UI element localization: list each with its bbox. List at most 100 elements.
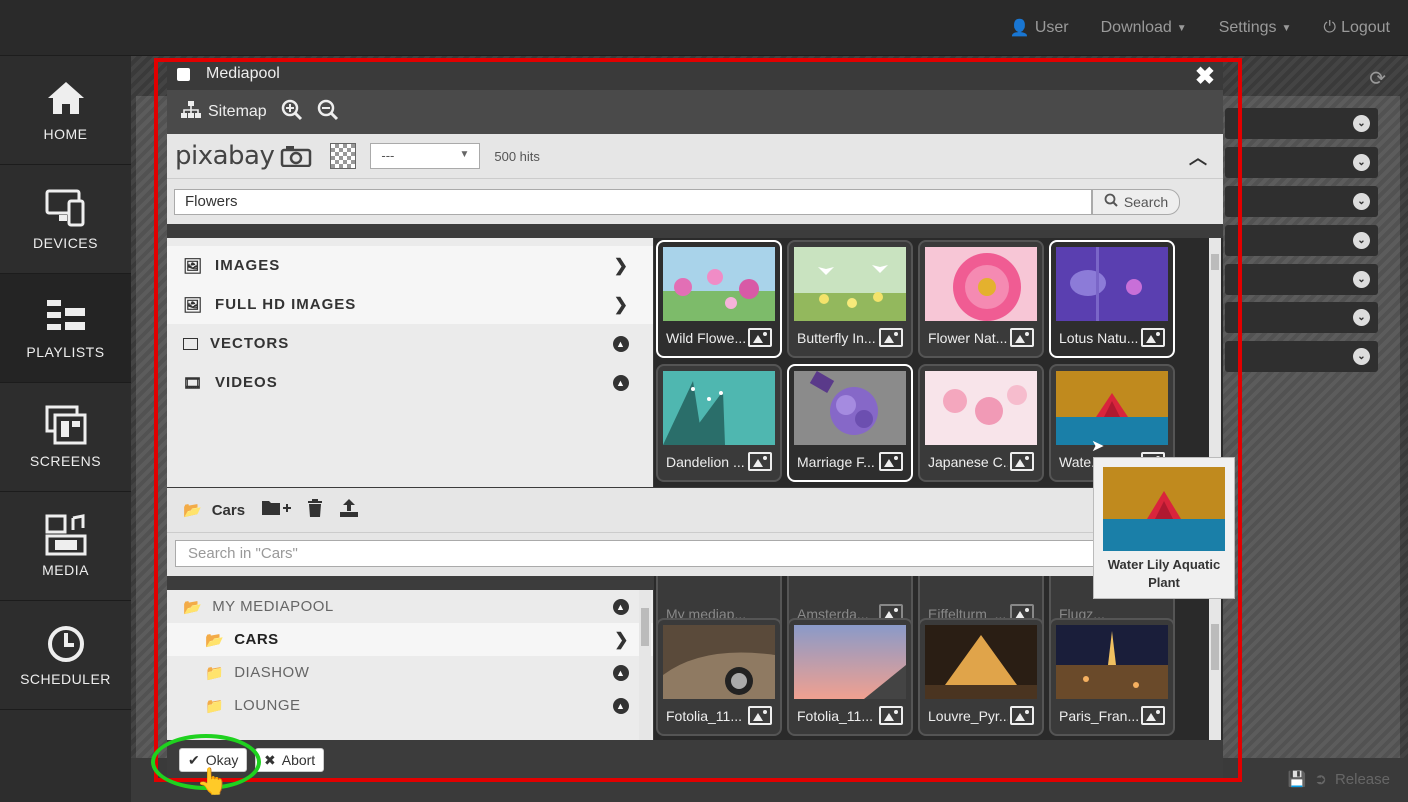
playlist-row[interactable]: ⌄: [1225, 147, 1378, 178]
thumbnail: [925, 371, 1037, 445]
image-icon: [879, 706, 903, 725]
upload-icon[interactable]: [339, 499, 359, 521]
top-bar: 👤 User Download ▼ Settings ▼ ⏻ Logout: [0, 0, 1408, 56]
category-full-hd-images[interactable]: 🖼 FULL HD IMAGES ❯: [167, 285, 653, 324]
scroll-thumb[interactable]: [1211, 254, 1219, 270]
mediapool-tile[interactable]: Fotolia_11...: [656, 618, 782, 736]
release-button[interactable]: 💾 ➲ Release: [1288, 770, 1390, 789]
result-tile[interactable]: Japanese C...: [918, 364, 1044, 482]
tree-item-my-mediapool[interactable]: 📂 MY MEDIAPOOL ▲: [167, 590, 653, 623]
folder-search-input[interactable]: Search in "Cars": [175, 540, 1135, 567]
media-icon: [45, 514, 86, 556]
logout-link[interactable]: ⏻ Logout: [1323, 19, 1390, 37]
search-icon: [1104, 193, 1118, 210]
scroll-thumb[interactable]: [641, 608, 649, 646]
result-tile[interactable]: Marriage F...: [787, 364, 913, 482]
category-videos[interactable]: 🎞 VIDEOS ▲: [167, 363, 653, 402]
result-tile[interactable]: Wild Flowe...: [656, 240, 782, 358]
sitemap-button[interactable]: Sitemap: [181, 100, 267, 124]
image-icon: 🖼: [183, 257, 204, 275]
refresh-icon[interactable]: ⟳: [1369, 66, 1386, 91]
arrow-cursor-icon: ➤: [1091, 438, 1105, 455]
thumbnail: [1056, 371, 1168, 445]
result-tile[interactable]: Flower Nat...: [918, 240, 1044, 358]
zoom-in-icon[interactable]: [281, 99, 303, 126]
add-folder-icon[interactable]: [261, 498, 292, 522]
category-images[interactable]: 🖼 IMAGES ❯: [167, 246, 653, 285]
screens-icon: [45, 405, 86, 445]
sidebar-item-home[interactable]: HOME: [0, 56, 131, 165]
result-tile[interactable]: Lotus Natu...: [1049, 240, 1175, 358]
dialog-titlebar: Mediapool ✖: [167, 58, 1223, 90]
playlist-row[interactable]: ⌄: [1225, 186, 1378, 217]
tree-item-diashow[interactable]: 📁 DIASHOW ▲: [167, 656, 653, 689]
image-icon: [1141, 706, 1165, 725]
chevron-down-icon[interactable]: ⌄: [1353, 271, 1370, 288]
image-icon: [1010, 328, 1034, 347]
chevron-down-icon[interactable]: ⌄: [1353, 193, 1370, 210]
category-vectors[interactable]: VECTORS ▲: [167, 324, 653, 363]
thumbnail: [794, 247, 906, 321]
chevron-up-icon: ▲: [613, 335, 629, 352]
image-icon: [1010, 706, 1034, 725]
tree-item-lounge[interactable]: 📁 LOUNGE ▲: [167, 689, 653, 722]
result-tile[interactable]: Dandelion ...: [656, 364, 782, 482]
result-tile[interactable]: Butterfly In...: [787, 240, 913, 358]
close-icon[interactable]: ✖: [1195, 62, 1215, 91]
playlist-row[interactable]: ⌄: [1225, 108, 1378, 139]
tooltip-thumbnail: [1103, 467, 1225, 551]
image-icon: [748, 706, 772, 725]
sidebar-item-playlists[interactable]: PLAYLISTS: [0, 274, 131, 383]
mediapool-tile[interactable]: Louvre_Pyr...: [918, 618, 1044, 736]
playlist-row[interactable]: ⌄: [1225, 341, 1378, 372]
sidebar-item-scheduler[interactable]: SCHEDULER: [0, 601, 131, 710]
transparency-toggle[interactable]: [330, 143, 357, 169]
search-button[interactable]: Search: [1092, 188, 1180, 215]
chevron-up-icon[interactable]: ︿: [1189, 144, 1207, 170]
sidebar-item-media[interactable]: MEDIA: [0, 492, 131, 601]
folder-icon: 📁: [205, 697, 225, 715]
folder-open-icon: 📂: [183, 502, 202, 519]
chevron-down-icon[interactable]: ⌄: [1353, 232, 1370, 249]
zoom-out-icon[interactable]: [317, 99, 339, 126]
sidebar: HOME DEVICES PLAYLISTS SCREENS MEDIA SCH…: [0, 56, 131, 802]
mediapool-tile[interactable]: Paris_Fran...: [1049, 618, 1175, 736]
abort-button[interactable]: ✖ Abort: [255, 748, 325, 772]
sitemap-icon: [181, 100, 201, 124]
close-icon: ✖: [264, 751, 276, 768]
playlist-row[interactable]: ⌄: [1225, 302, 1378, 333]
category-list: 🖼 IMAGES ❯ 🖼 FULL HD IMAGES ❯ VECTORS ▲ …: [167, 238, 653, 487]
chevron-right-icon: ❯: [613, 255, 629, 275]
playlist-row[interactable]: ⌄: [1225, 225, 1378, 256]
chevron-down-icon[interactable]: ⌄: [1353, 309, 1370, 326]
caret-down-icon: ▼: [1281, 22, 1292, 34]
chevron-down-icon[interactable]: ⌄: [1353, 154, 1370, 171]
image-icon: [1141, 328, 1165, 347]
results-scrollbar[interactable]: [1209, 238, 1221, 487]
download-menu[interactable]: Download ▼: [1101, 19, 1187, 37]
playlist-row[interactable]: ⌄: [1225, 264, 1378, 295]
user-icon: 👤: [1009, 20, 1030, 37]
tree-scrollbar[interactable]: [639, 590, 651, 740]
chevron-up-icon: ▲: [613, 374, 629, 391]
search-input[interactable]: Flowers: [174, 188, 1092, 215]
sidebar-item-devices[interactable]: DEVICES: [0, 165, 131, 274]
dialog-footer: ✔ Okay ✖ Abort: [167, 740, 1223, 778]
mediapool-scrollbar[interactable]: [1209, 576, 1221, 740]
settings-menu[interactable]: Settings ▼: [1219, 19, 1292, 37]
filter-select[interactable]: --- ▼: [370, 143, 481, 169]
image-icon: [748, 328, 772, 347]
scroll-thumb[interactable]: [1211, 624, 1219, 670]
chevron-down-icon[interactable]: ⌄: [1353, 348, 1370, 365]
tree-item-cars[interactable]: 📂 CARS ❯: [167, 623, 653, 656]
trash-icon[interactable]: [307, 499, 323, 521]
user-menu[interactable]: 👤 User: [1010, 18, 1069, 38]
thumbnail: [663, 247, 775, 321]
mediapool-tile[interactable]: Fotolia_11...: [787, 618, 913, 736]
checkbox[interactable]: [177, 67, 190, 81]
dialog-title: Mediapool: [206, 65, 280, 82]
save-icon[interactable]: 💾: [1288, 770, 1307, 788]
chevron-down-icon[interactable]: ⌄: [1353, 115, 1370, 132]
chevron-down-icon: ▼: [459, 149, 470, 160]
sidebar-item-screens[interactable]: SCREENS: [0, 383, 131, 492]
